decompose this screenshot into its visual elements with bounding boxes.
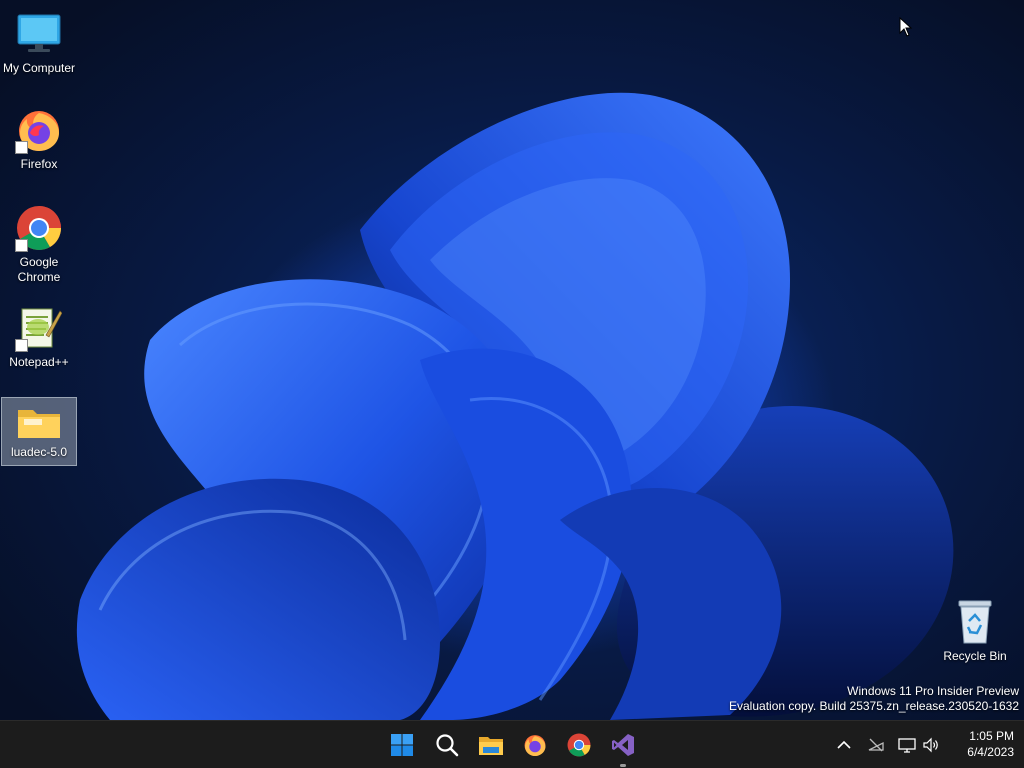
start-button[interactable] (384, 727, 420, 763)
desktop-icon-recycle-bin[interactable]: Recycle Bin (937, 594, 1013, 670)
clock-time: 1:05 PM (969, 729, 1014, 743)
desktop-icon-label: Google Chrome (17, 255, 61, 284)
desktop-icon-label: Notepad++ (9, 355, 69, 369)
watermark-line2: Evaluation copy. Build 25375.zn_release.… (729, 699, 1019, 713)
chrome-icon (567, 733, 591, 757)
desktop-icon-google-chrome[interactable]: Google Chrome (1, 200, 77, 291)
firefox-icon (524, 735, 546, 756)
folder-icon (15, 402, 63, 442)
show-hidden-icons-button[interactable] (834, 735, 854, 755)
desktop-icon-label: luadec-5.0 (10, 445, 68, 459)
file-explorer-button[interactable] (473, 727, 509, 763)
wallpaper-bloom (76, 92, 954, 720)
display-icon (898, 738, 916, 753)
volume-icon (923, 737, 938, 753)
search-button[interactable] (429, 727, 465, 763)
desktop-icon-label: Recycle Bin (943, 649, 1007, 663)
running-indicator (620, 764, 626, 767)
desktop-icon-label: Firefox (20, 157, 58, 171)
shortcut-arrow-icon (15, 141, 28, 154)
desktop[interactable]: My Computer Firefox Google Chrome Notepa… (0, 0, 1024, 720)
firefox-taskbar-button[interactable] (517, 727, 553, 763)
chrome-icon (15, 204, 63, 252)
shortcut-arrow-icon (15, 239, 28, 252)
desktop-icon-luadec-folder[interactable]: luadec-5.0 (1, 397, 77, 466)
search-icon (436, 734, 459, 757)
desktop-icon-firefox[interactable]: Firefox (1, 102, 77, 178)
notepadpp-icon (15, 304, 63, 352)
chevron-up-icon (837, 740, 851, 749)
watermark-line1: Windows 11 Pro Insider Preview (847, 684, 1019, 698)
shortcut-arrow-icon (15, 339, 28, 352)
clock-date: 6/4/2023 (967, 745, 1014, 759)
recycle-bin-icon (951, 598, 999, 646)
chrome-taskbar-button[interactable] (561, 727, 597, 763)
desktop-icon-notepadpp[interactable]: Notepad++ (1, 300, 77, 376)
firefox-icon (15, 106, 63, 154)
visual-studio-taskbar-button[interactable] (605, 727, 641, 767)
clock[interactable]: 1:05 PM 6/4/2023 (967, 728, 1014, 760)
desktop-icon-my-computer[interactable]: My Computer (1, 6, 77, 82)
mouse-cursor-icon (899, 17, 913, 37)
desktop-icon-label: My Computer (2, 61, 76, 75)
volume-control[interactable] (921, 735, 941, 755)
windows-start-icon (391, 734, 413, 756)
taskbar: 1:05 PM 6/4/2023 (0, 720, 1024, 768)
network-status[interactable] (866, 735, 886, 755)
visual-studio-icon (612, 734, 634, 756)
build-watermark: Windows 11 Pro Insider Preview Evaluatio… (729, 684, 1019, 714)
display-status[interactable] (897, 735, 917, 755)
network-disconnected-icon (868, 738, 884, 752)
file-explorer-icon (479, 737, 503, 755)
monitor-icon (15, 10, 63, 58)
